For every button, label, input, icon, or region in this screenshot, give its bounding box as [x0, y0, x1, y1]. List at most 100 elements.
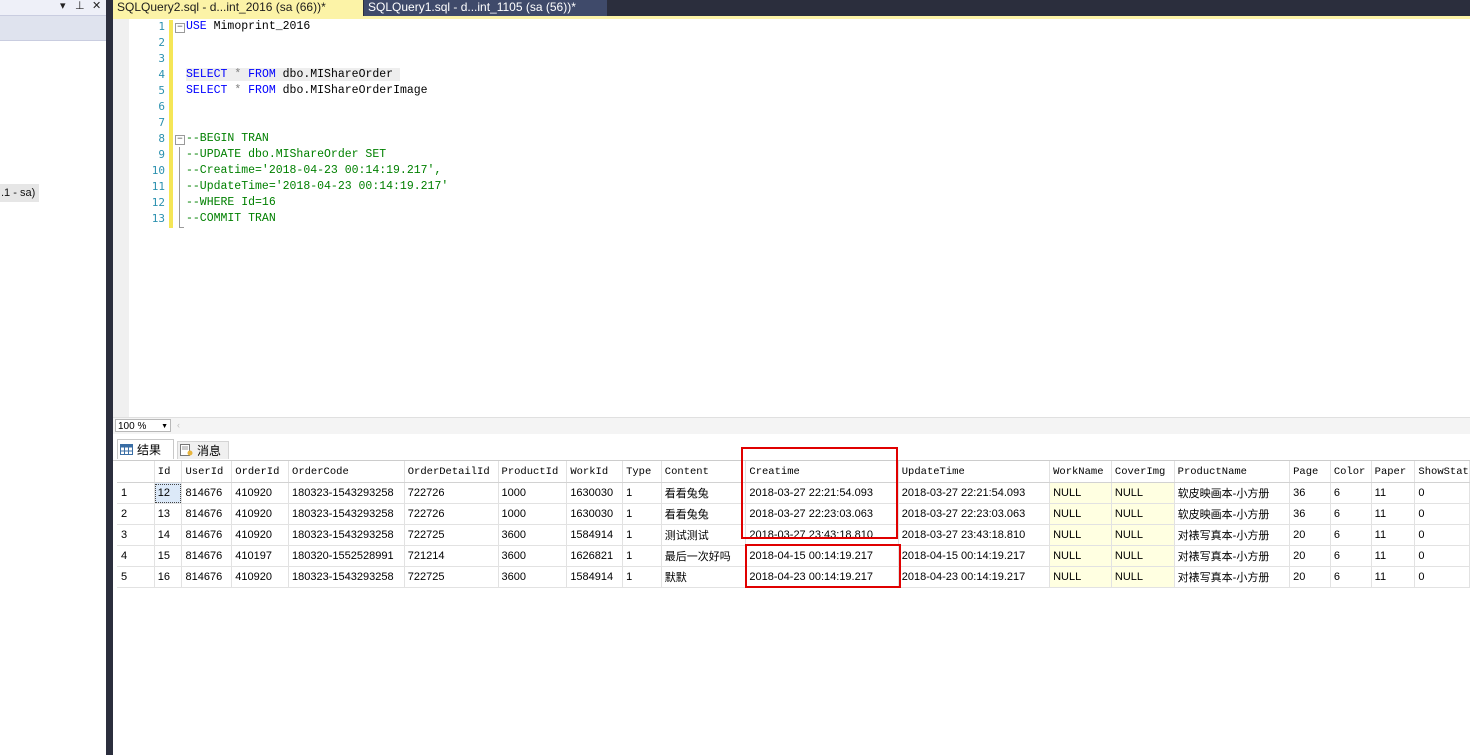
table-cell[interactable]: 20 [1289, 566, 1331, 588]
table-row[interactable]: 4 15 814676 410197 180320-1552528991 721214 36… [117, 545, 1470, 567]
column-header[interactable]: UpdateTime [898, 461, 1051, 483]
table-cell[interactable]: 软皮映画本-小方册 [1174, 503, 1291, 525]
table-cell[interactable]: 814676 [181, 566, 233, 588]
table-cell[interactable]: 180323-1543293258 [288, 524, 405, 546]
table-cell[interactable]: 2018-04-15 00:14:19.217 [898, 545, 1051, 567]
pin-icon[interactable]: ⊥ [75, 0, 85, 13]
table-cell[interactable]: NULL [1049, 566, 1112, 588]
table-cell[interactable]: 410920 [231, 503, 290, 525]
table-cell[interactable]: 722726 [404, 482, 499, 504]
table-cell[interactable]: NULL [1111, 545, 1175, 567]
table-cell[interactable]: 180323-1543293258 [288, 482, 405, 504]
table-cell[interactable]: 1584914 [566, 566, 624, 588]
table-cell[interactable]: 软皮映画本-小方册 [1174, 482, 1291, 504]
table-row[interactable]: 2 13 814676 410920 180323-1543293258 722726 10… [117, 503, 1470, 525]
table-cell[interactable]: 722726 [404, 503, 499, 525]
table-cell[interactable]: 11 [1371, 566, 1416, 588]
table-cell[interactable]: 410197 [231, 545, 290, 567]
table-cell[interactable]: 测试测试 [661, 524, 747, 546]
column-header[interactable]: Type [622, 461, 662, 483]
table-cell[interactable]: 对裱写真本-小方册 [1174, 524, 1291, 546]
table-cell[interactable]: 2018-04-23 00:14:19.217 [745, 566, 899, 588]
table-cell[interactable]: 2018-03-27 22:23:03.063 [745, 503, 899, 525]
table-cell[interactable]: 2018-04-15 00:14:19.217 [745, 545, 899, 567]
column-header[interactable]: Id [154, 461, 183, 483]
table-cell[interactable]: 722725 [404, 566, 499, 588]
column-header[interactable]: WorkId [566, 461, 624, 483]
table-row[interactable]: 5 16 814676 410920 180323-1543293258 722725 36… [117, 566, 1470, 588]
table-cell[interactable]: 1 [622, 566, 662, 588]
table-cell[interactable]: NULL [1049, 524, 1112, 546]
table-cell[interactable]: 13 [154, 503, 183, 525]
table-cell[interactable]: 1626821 [566, 545, 624, 567]
table-cell[interactable]: 1630030 [566, 482, 624, 504]
code-area[interactable]: USE Mimoprint_2016 SELECT * FROM dbo.MIS… [186, 19, 448, 227]
table-cell[interactable]: 2018-03-27 23:43:18.810 [745, 524, 899, 546]
table-cell[interactable]: 410920 [231, 482, 290, 504]
column-header[interactable]: Paper [1371, 461, 1416, 483]
table-cell[interactable]: 1584914 [566, 524, 624, 546]
table-cell[interactable]: 1 [622, 503, 662, 525]
collapse-icon[interactable]: − [175, 135, 185, 145]
table-cell[interactable]: 1000 [498, 503, 568, 525]
server-connection-node[interactable]: .1 - sa) [0, 184, 40, 202]
tab-messages[interactable]: 消息 [177, 441, 229, 459]
table-cell[interactable]: 410920 [231, 566, 290, 588]
column-header[interactable]: UserId [181, 461, 233, 483]
column-header[interactable]: Creatime [745, 461, 899, 483]
table-cell[interactable]: 对裱写真本-小方册 [1174, 545, 1291, 567]
results-grid-container[interactable]: Id UserId OrderId OrderCode OrderDetailI… [117, 461, 1470, 755]
table-row[interactable]: 3 14 814676 410920 180323-1543293258 722725 36… [117, 524, 1470, 546]
results-grid[interactable]: Id UserId OrderId OrderCode OrderDetailI… [117, 461, 1470, 588]
table-cell[interactable]: 410920 [231, 524, 290, 546]
table-cell[interactable]: 3600 [498, 545, 568, 567]
row-number[interactable]: 4 [117, 545, 155, 567]
grid-corner[interactable] [117, 461, 155, 483]
table-cell[interactable]: 6 [1330, 566, 1372, 588]
column-header[interactable]: Content [661, 461, 747, 483]
table-cell[interactable]: NULL [1049, 482, 1112, 504]
table-cell[interactable]: 36 [1289, 482, 1331, 504]
query-editor[interactable]: 1 2 3 4 5 6 7 8 9 10 11 12 13 − − USE Mi… [113, 19, 1470, 417]
table-cell[interactable]: NULL [1049, 503, 1112, 525]
table-cell[interactable]: 1630030 [566, 503, 624, 525]
table-cell[interactable]: 36 [1289, 503, 1331, 525]
table-cell[interactable]: 最后一次好吗 [661, 545, 747, 567]
table-cell[interactable]: 1 [622, 482, 662, 504]
table-cell[interactable]: 16 [154, 566, 183, 588]
tab-sqlquery1[interactable]: SQLQuery1.sql - d...int_1105 (sa (56))* [364, 0, 607, 16]
table-cell[interactable]: 180323-1543293258 [288, 503, 405, 525]
table-cell[interactable]: 11 [1371, 503, 1416, 525]
table-cell[interactable]: 6 [1330, 545, 1372, 567]
column-header[interactable]: Color [1330, 461, 1372, 483]
table-cell[interactable]: 2018-03-27 22:21:54.093 [745, 482, 899, 504]
column-header[interactable]: ShowStat [1414, 461, 1470, 483]
collapse-icon[interactable]: − [175, 23, 185, 33]
table-cell[interactable]: NULL [1111, 524, 1175, 546]
tab-sqlquery2[interactable]: SQLQuery2.sql - d...int_2016 (sa (66))* [113, 0, 363, 16]
column-header[interactable]: OrderCode [288, 461, 405, 483]
table-cell[interactable]: 814676 [181, 482, 233, 504]
table-cell[interactable]: 看看兔兔 [661, 503, 747, 525]
row-number[interactable]: 1 [117, 482, 155, 504]
panel-splitter[interactable] [106, 0, 113, 755]
table-cell[interactable]: 看看兔兔 [661, 482, 747, 504]
table-cell[interactable]: 3600 [498, 566, 568, 588]
scroll-left-icon[interactable]: ‹ [177, 420, 180, 430]
table-cell[interactable]: 721214 [404, 545, 499, 567]
table-cell[interactable]: 14 [154, 524, 183, 546]
tab-results[interactable]: 结果 [117, 439, 174, 459]
table-cell[interactable]: 1 [622, 524, 662, 546]
column-header[interactable]: OrderId [231, 461, 290, 483]
table-row[interactable]: 1 12 814676 410920 180323-1543293258 722726 10… [117, 482, 1470, 504]
row-number[interactable]: 2 [117, 503, 155, 525]
table-cell[interactable]: 对裱写真本-小方册 [1174, 566, 1291, 588]
table-cell[interactable]: 814676 [181, 503, 233, 525]
table-cell[interactable]: 0 [1414, 503, 1470, 525]
table-cell[interactable]: 2018-03-27 22:23:03.063 [898, 503, 1051, 525]
table-cell[interactable]: NULL [1111, 566, 1175, 588]
table-cell[interactable]: 3600 [498, 524, 568, 546]
table-cell[interactable]: 2018-04-23 00:14:19.217 [898, 566, 1051, 588]
column-header[interactable]: Page [1289, 461, 1331, 483]
table-cell[interactable]: 2018-03-27 22:21:54.093 [898, 482, 1051, 504]
